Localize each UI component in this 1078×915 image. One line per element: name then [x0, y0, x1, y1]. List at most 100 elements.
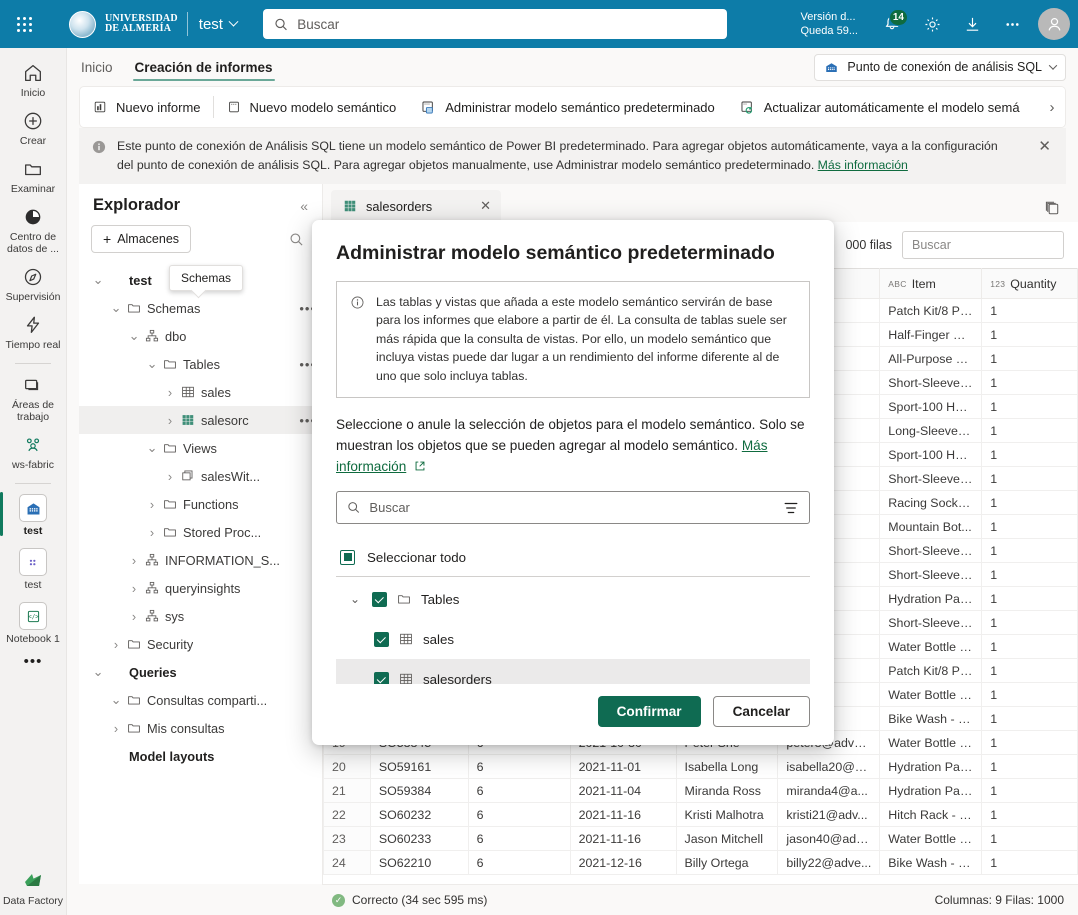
explorer-tree-item[interactable]: ⌄ Schemas •••: [79, 294, 322, 322]
sidebar-item-examinar[interactable]: Examinar: [0, 152, 67, 200]
settings-icon[interactable]: [912, 4, 952, 44]
table-cell-so: SO62210: [369, 850, 469, 875]
add-warehouse-button[interactable]: + Almacenes: [91, 225, 192, 253]
dialog-search-input[interactable]: [369, 500, 774, 516]
dialog-object-row[interactable]: ⌄ Tables: [336, 579, 810, 619]
chevron-down-icon[interactable]: ⌄: [108, 300, 124, 316]
table-cell-n: 22: [323, 802, 371, 827]
table-row[interactable]: 22 SO60232 6 2021-11-16 Kristi Malhotra krist…: [323, 802, 1078, 827]
sidebar-item-crear[interactable]: Crear: [0, 104, 67, 152]
sidebar-item-areas-trabajo[interactable]: Áreas de trabajo: [0, 368, 67, 428]
object-checkbox[interactable]: [374, 671, 389, 684]
chevron-right-icon[interactable]: ›: [162, 413, 178, 428]
table-row[interactable]: 23 SO60233 6 2021-11-16 Jason Mitchell jason4…: [323, 826, 1078, 851]
chevron-right-icon[interactable]: ›: [144, 525, 160, 540]
explorer-tree-item[interactable]: ⌄ Views: [79, 434, 322, 462]
select-all-checkbox[interactable]: [340, 549, 355, 565]
object-checkbox[interactable]: [372, 591, 387, 607]
chevron-right-icon[interactable]: ›: [162, 469, 178, 484]
sidebar-item-test-warehouse[interactable]: test: [0, 488, 67, 542]
chevron-right-icon[interactable]: ›: [108, 637, 124, 652]
close-icon[interactable]: ✕: [480, 198, 491, 214]
version-info[interactable]: Versión d... Queda 59...: [801, 10, 859, 38]
document-tab-salesorders[interactable]: salesorders ✕: [331, 190, 501, 222]
app-launcher-icon[interactable]: [0, 0, 48, 48]
download-icon[interactable]: [952, 4, 992, 44]
sidebar-item-centro-datos[interactable]: Centro de datos de ...: [0, 200, 67, 260]
sidebar-item-data-factory[interactable]: Data Factory: [0, 862, 67, 915]
explorer-tree-item[interactable]: › Mis consultas: [79, 714, 322, 742]
explorer-tree-item[interactable]: › INFORMATION_S...: [79, 546, 322, 574]
column-header[interactable]: ABC Item: [879, 268, 983, 299]
column-header[interactable]: 123 Quantity: [981, 268, 1078, 299]
explorer-tree-item[interactable]: › salesWit...: [79, 462, 322, 490]
cancel-button[interactable]: Cancelar: [712, 696, 810, 727]
explorer-tree-item[interactable]: Model layouts: [79, 742, 322, 770]
table-row[interactable]: 20 SO59161 6 2021-11-01 Isabella Long isabell…: [323, 754, 1078, 779]
explorer-tree-item[interactable]: ⌄ Tables •••: [79, 350, 322, 378]
chevron-down-icon[interactable]: ⌄: [350, 592, 362, 606]
sidebar-item-supervision[interactable]: Supervisión: [0, 260, 67, 308]
explorer-tree-item[interactable]: ⌄ dbo: [79, 322, 322, 350]
explorer-tree-item[interactable]: ⌄ Consultas comparti...: [79, 686, 322, 714]
chevron-down-icon[interactable]: ⌄: [108, 692, 124, 708]
sidebar-item-test-lakehouse[interactable]: test: [0, 542, 67, 596]
chevron-right-icon[interactable]: ›: [108, 721, 124, 736]
sql-endpoint-selector[interactable]: Punto de conexión de análisis SQL: [814, 53, 1066, 81]
explorer-tree-item[interactable]: › Functions: [79, 490, 322, 518]
search-input[interactable]: [297, 16, 716, 32]
explorer-tree-item[interactable]: › queryinsights: [79, 574, 322, 602]
chevron-right-icon[interactable]: ›: [126, 553, 142, 568]
new-report-button[interactable]: Nuevo informe: [80, 87, 213, 127]
chevron-down-icon[interactable]: ⌄: [144, 356, 160, 372]
dialog-object-row[interactable]: salesorders: [336, 659, 810, 684]
manage-default-semantic-model-button[interactable]: Administrar modelo semántico predetermin…: [408, 87, 727, 127]
explorer-search-icon[interactable]: [282, 225, 310, 253]
user-avatar[interactable]: [1038, 8, 1070, 40]
explorer-tree-item[interactable]: › Stored Proc...: [79, 518, 322, 546]
explorer-tree-item[interactable]: › sales: [79, 378, 322, 406]
chevron-down-icon[interactable]: ⌄: [126, 328, 142, 344]
pie-chart-icon: [25, 209, 41, 225]
chevron-right-icon[interactable]: ›: [126, 609, 142, 624]
sidebar-item-notebook-1[interactable]: </> Notebook 1: [0, 596, 67, 650]
dialog-search[interactable]: [336, 491, 810, 525]
explorer-tree-item[interactable]: › Security: [79, 630, 322, 658]
explorer-tree-item[interactable]: › sys: [79, 602, 322, 630]
sidebar-label: Áreas de trabajo: [11, 399, 55, 423]
global-search[interactable]: [262, 9, 727, 39]
new-semantic-model-button[interactable]: Nuevo modelo semántico: [214, 87, 409, 127]
info-more-link[interactable]: Más información: [818, 158, 908, 172]
workspace-switcher[interactable]: test: [199, 16, 239, 33]
auto-refresh-model-button[interactable]: Actualizar automáticamente el modelo sem…: [727, 87, 1032, 127]
sidebar-item-tiempo-real[interactable]: Tiempo real: [0, 308, 67, 356]
sidebar-item-inicio[interactable]: Inicio: [0, 56, 67, 104]
object-checkbox[interactable]: [374, 631, 389, 647]
table-row[interactable]: 24 SO62210 6 2021-12-16 Billy Ortega billy22@…: [323, 850, 1078, 875]
grid-search[interactable]: [902, 231, 1064, 259]
copy-icon[interactable]: [1043, 199, 1078, 222]
filter-icon[interactable]: [783, 500, 799, 516]
chevron-down-icon[interactable]: ⌄: [144, 440, 160, 456]
grid-search-input[interactable]: [912, 238, 1054, 252]
confirm-button[interactable]: Confirmar: [597, 696, 701, 727]
dialog-object-row[interactable]: sales: [336, 619, 810, 659]
explorer-tree-item[interactable]: › salesorc •••: [79, 406, 322, 434]
chevron-right-icon[interactable]: ›: [162, 385, 178, 400]
close-icon[interactable]: ✕: [1035, 137, 1054, 184]
tab-inicio[interactable]: Inicio: [79, 51, 115, 83]
chevron-right-icon[interactable]: ›: [144, 497, 160, 512]
chevron-down-icon[interactable]: ⌄: [90, 272, 106, 288]
more-options-icon[interactable]: [992, 4, 1032, 44]
select-all-row[interactable]: Seleccionar todo: [336, 538, 810, 576]
sidebar-item-ws-fabric[interactable]: ws-fabric: [0, 428, 67, 476]
tab-creacion-informes[interactable]: Creación de informes: [132, 51, 275, 83]
chevron-right-icon[interactable]: ›: [126, 581, 142, 596]
table-row[interactable]: 21 SO59384 6 2021-11-04 Miranda Ross miranda4…: [323, 778, 1078, 803]
collapse-panel-icon[interactable]: «: [300, 198, 308, 214]
sidebar-more-button[interactable]: •••: [0, 650, 67, 673]
ribbon-overflow-button[interactable]: ›: [1039, 87, 1065, 127]
explorer-tree-item[interactable]: ⌄ Queries: [79, 658, 322, 686]
notifications-icon[interactable]: 14: [872, 4, 912, 44]
chevron-down-icon[interactable]: ⌄: [90, 664, 106, 680]
